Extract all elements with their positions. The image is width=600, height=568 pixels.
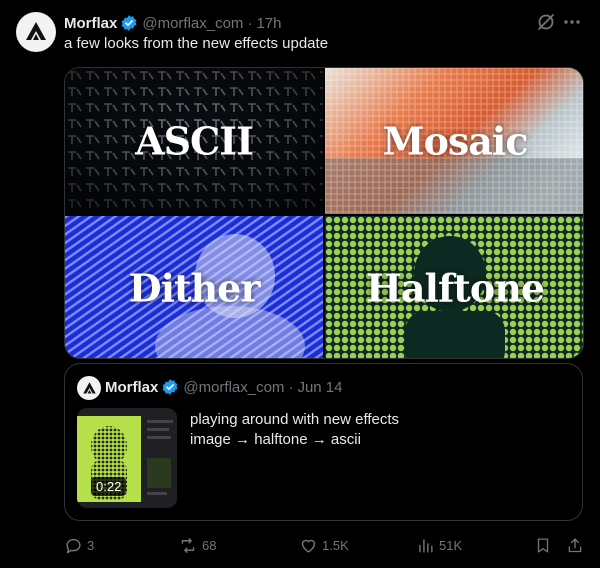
- repost-count: 68: [202, 537, 217, 553]
- quoted-tweet[interactable]: Morflax @morflax_com · Jun 14 0:22 playi…: [64, 363, 583, 521]
- video-duration: 0:22: [91, 477, 127, 496]
- like-icon: [301, 539, 316, 553]
- quoted-text: playing around with new effects image → …: [190, 410, 399, 450]
- reply-icon: [66, 538, 81, 553]
- media-tile-halftone[interactable]: Halftone: [325, 216, 583, 358]
- grok-icon[interactable]: [536, 12, 556, 37]
- quoted-date: Jun 14: [297, 378, 343, 396]
- media-tile-label: Halftone: [365, 265, 545, 311]
- logo-icon: [26, 22, 46, 40]
- author-name[interactable]: Morflax: [64, 15, 117, 32]
- quoted-text-line: playing around with new effects: [190, 411, 400, 428]
- verified-badge-icon: [120, 14, 138, 32]
- views-icon: [419, 538, 433, 553]
- quoted-text-line: image → halftone → ascii: [190, 431, 361, 448]
- tweet-header: Morflax @morflax_com · 17h: [64, 13, 281, 33]
- media-tile-mosaic[interactable]: Mosaic: [325, 68, 583, 214]
- separator-dot: ·: [247, 14, 253, 32]
- media-tile-label: ASCII: [135, 118, 254, 164]
- quoted-avatar[interactable]: [77, 376, 101, 400]
- author-handle[interactable]: @morflax_com: [142, 15, 243, 32]
- views-count: 51K: [439, 537, 463, 553]
- bookmark-button[interactable]: [534, 535, 552, 555]
- media-tile-label: Dither: [128, 265, 261, 311]
- media-tile-dither[interactable]: Dither: [65, 216, 323, 358]
- share-icon: [568, 537, 582, 552]
- quoted-handle: @morflax_com: [183, 378, 285, 396]
- verified-badge-icon: [161, 378, 179, 396]
- more-icon[interactable]: [562, 12, 582, 37]
- share-button[interactable]: [566, 535, 584, 555]
- quoted-author-name: Morflax: [105, 378, 159, 396]
- media-grid[interactable]: ASCII Mosaic Dither Halftone: [64, 67, 584, 359]
- logo-icon: [82, 381, 96, 393]
- media-tile-label: Mosaic: [382, 118, 529, 164]
- quoted-video-thumbnail[interactable]: 0:22: [77, 408, 177, 508]
- tweet-time[interactable]: 17h: [256, 15, 281, 32]
- bookmark-icon: [537, 537, 549, 553]
- like-button[interactable]: 1.5K: [299, 535, 349, 555]
- views-button[interactable]: 51K: [416, 535, 462, 555]
- repost-button[interactable]: 68: [178, 535, 216, 555]
- reply-button[interactable]: 3: [64, 535, 94, 555]
- repost-icon: [181, 537, 195, 553]
- avatar[interactable]: [16, 12, 56, 52]
- tweet-text: a few looks from the new effects update: [64, 35, 329, 52]
- quoted-header: Morflax @morflax_com · Jun 14: [105, 378, 342, 396]
- reply-count: 3: [87, 537, 95, 553]
- separator-dot: ·: [288, 378, 294, 396]
- media-tile-ascii[interactable]: ASCII: [65, 68, 323, 214]
- like-count: 1.5K: [322, 537, 349, 553]
